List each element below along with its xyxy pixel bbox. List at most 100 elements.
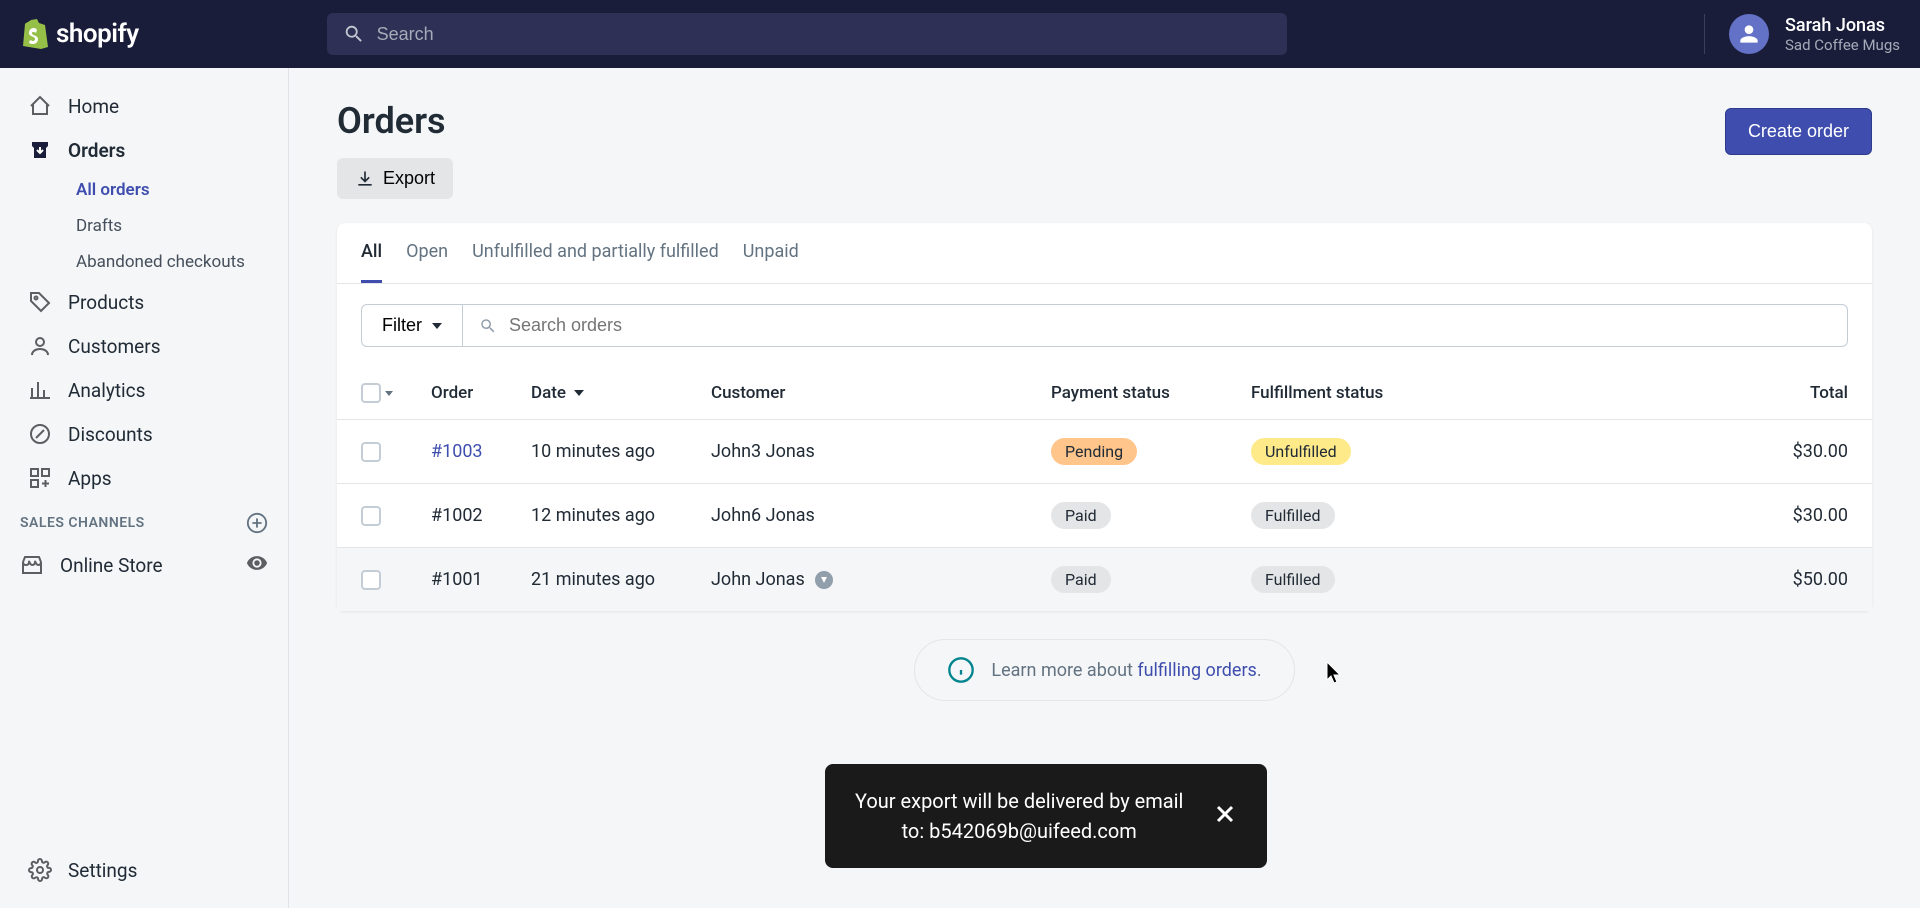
toast-close-button[interactable]	[1213, 800, 1237, 833]
th-date[interactable]: Date	[531, 383, 711, 403]
th-payment[interactable]: Payment status	[1051, 383, 1251, 403]
toast-line2: to: b542069b@uifeed.com	[855, 816, 1183, 846]
orders-subnav: All orders Drafts Abandoned checkouts	[0, 172, 288, 280]
checkbox-icon[interactable]	[361, 383, 381, 403]
orders-icon	[28, 138, 52, 162]
fulfillment-badge: Unfulfilled	[1251, 438, 1351, 465]
info-icon	[947, 656, 975, 684]
user-info: Sarah Jonas Sad Coffee Mugs	[1785, 15, 1900, 54]
export-button[interactable]: Export	[337, 158, 453, 199]
create-order-button[interactable]: Create order	[1725, 108, 1872, 155]
order-total: $50.00	[1491, 569, 1848, 590]
page-title: Orders	[337, 100, 453, 142]
order-search-input[interactable]	[509, 315, 1831, 336]
export-label: Export	[383, 168, 435, 189]
row-checkbox[interactable]	[361, 442, 381, 462]
sidebar-item-home[interactable]: Home	[8, 84, 280, 128]
sidebar-item-apps[interactable]: Apps	[8, 456, 280, 500]
tab-unpaid[interactable]: Unpaid	[743, 241, 799, 283]
help-prefix: Learn more about	[991, 660, 1137, 681]
subnav-drafts[interactable]: Drafts	[56, 208, 288, 244]
table-header: Order Date Customer Payment status Fulfi…	[337, 367, 1872, 419]
order-date: 12 minutes ago	[531, 505, 711, 526]
payment-badge: Paid	[1051, 502, 1111, 529]
shop-name: Sad Coffee Mugs	[1785, 36, 1900, 54]
sidebar-item-label: Settings	[68, 859, 137, 882]
help-suffix: .	[1257, 660, 1262, 681]
row-checkbox[interactable]	[361, 506, 381, 526]
shopify-logo[interactable]: shopify	[20, 17, 139, 51]
add-channel-icon[interactable]	[246, 512, 268, 534]
search-icon	[343, 23, 365, 45]
chevron-down-icon	[432, 323, 442, 329]
channel-label: Online Store	[60, 554, 163, 577]
note-icon[interactable]	[815, 571, 833, 589]
fulfillment-badge: Fulfilled	[1251, 502, 1335, 529]
payment-badge: Paid	[1051, 566, 1111, 593]
customer-name: John6 Jonas	[711, 505, 1051, 526]
products-icon	[28, 290, 52, 314]
sales-channels-header: SALES CHANNELS	[0, 500, 288, 542]
subnav-abandoned[interactable]: Abandoned checkouts	[56, 244, 288, 280]
payment-badge: Pending	[1051, 438, 1137, 465]
sidebar-item-settings[interactable]: Settings	[8, 848, 280, 892]
sidebar-item-orders[interactable]: Orders	[8, 128, 280, 172]
analytics-icon	[28, 378, 52, 402]
tab-all[interactable]: All	[361, 241, 382, 283]
row-checkbox[interactable]	[361, 570, 381, 590]
settings-icon	[28, 858, 52, 882]
main-content: Orders Export Create order All Open Unfu…	[289, 68, 1920, 908]
global-search-input[interactable]	[377, 24, 1271, 45]
th-date-label: Date	[531, 383, 566, 403]
tab-open[interactable]: Open	[406, 241, 448, 283]
sidebar-item-label: Products	[68, 291, 144, 314]
sidebar-item-label: Home	[68, 95, 119, 118]
sidebar-item-customers[interactable]: Customers	[8, 324, 280, 368]
sidebar-item-label: Apps	[68, 467, 112, 490]
user-menu[interactable]: Sarah Jonas Sad Coffee Mugs	[1704, 14, 1900, 54]
th-fulfillment[interactable]: Fulfillment status	[1251, 383, 1491, 403]
help-pill: Learn more about fulfilling orders.	[914, 639, 1294, 701]
store-icon	[20, 553, 44, 577]
customer-name: John3 Jonas	[711, 441, 1051, 462]
discounts-icon	[28, 422, 52, 446]
sidebar-item-analytics[interactable]: Analytics	[8, 368, 280, 412]
search-icon	[479, 317, 497, 335]
th-customer[interactable]: Customer	[711, 383, 1051, 403]
th-order[interactable]: Order	[431, 383, 531, 403]
subnav-all-orders[interactable]: All orders	[56, 172, 288, 208]
th-total[interactable]: Total	[1491, 383, 1848, 403]
shopify-bag-icon	[20, 17, 48, 51]
sidebar-item-label: Discounts	[68, 423, 153, 446]
toast-line1: Your export will be delivered by email	[855, 786, 1183, 816]
order-search[interactable]	[463, 304, 1848, 347]
global-search[interactable]	[327, 13, 1287, 55]
toast-message: Your export will be delivered by email t…	[855, 786, 1183, 846]
tabs: All Open Unfulfilled and partially fulfi…	[337, 223, 1872, 284]
sidebar-item-discounts[interactable]: Discounts	[8, 412, 280, 456]
sidebar-item-label: Customers	[68, 335, 161, 358]
orders-table: Order Date Customer Payment status Fulfi…	[337, 367, 1872, 611]
table-row[interactable]: #100310 minutes agoJohn3 JonasPendingUnf…	[337, 419, 1872, 483]
order-id[interactable]: #1003	[431, 441, 531, 462]
customer-name: John Jonas	[711, 569, 1051, 590]
help-row: Learn more about fulfilling orders.	[337, 611, 1872, 729]
help-link[interactable]: fulfilling orders	[1137, 660, 1256, 681]
select-all-checkbox[interactable]	[361, 383, 431, 403]
view-store-icon[interactable]	[246, 552, 268, 578]
table-row[interactable]: #100212 minutes agoJohn6 JonasPaidFulfil…	[337, 483, 1872, 547]
order-total: $30.00	[1491, 505, 1848, 526]
tab-unfulfilled[interactable]: Unfulfilled and partially fulfilled	[472, 241, 719, 283]
filter-label: Filter	[382, 315, 422, 336]
orders-card: All Open Unfulfilled and partially fulfi…	[337, 223, 1872, 611]
sidebar-item-products[interactable]: Products	[8, 280, 280, 324]
filter-row: Filter	[337, 284, 1872, 367]
filter-button[interactable]: Filter	[361, 304, 463, 347]
logo-text: shopify	[56, 19, 139, 49]
channel-online-store[interactable]: Online Store	[0, 542, 288, 588]
sort-desc-icon	[574, 390, 584, 396]
home-icon	[28, 94, 52, 118]
sidebar-item-label: Analytics	[68, 379, 145, 402]
chevron-down-icon	[385, 391, 393, 396]
table-row[interactable]: #100121 minutes agoJohn JonasPaidFulfill…	[337, 547, 1872, 611]
